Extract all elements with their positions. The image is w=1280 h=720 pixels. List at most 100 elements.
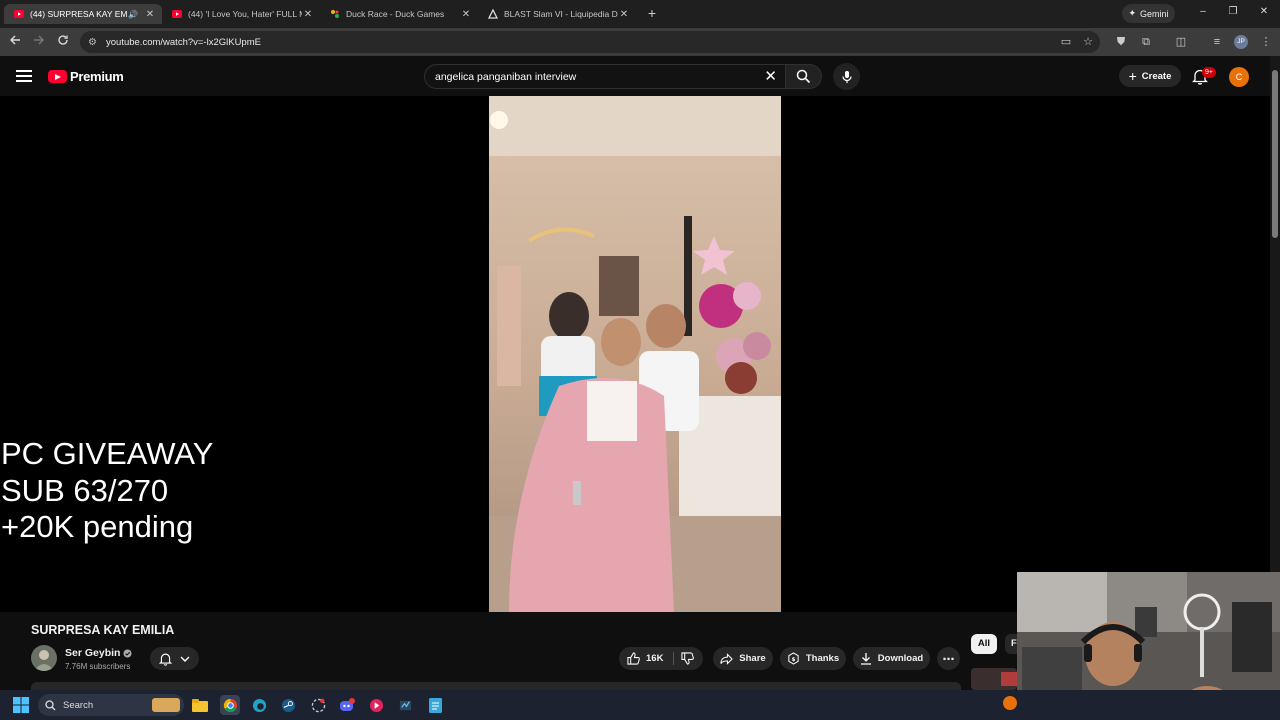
download-label: Download xyxy=(877,653,924,664)
chip-all[interactable]: All xyxy=(971,634,997,654)
youtube-play-icon xyxy=(48,70,67,83)
url-text: youtube.com/watch?v=-lx2GlKUpmE xyxy=(106,36,261,48)
tray-status-icon[interactable] xyxy=(1003,696,1017,710)
tab-title: Duck Race - Duck Games xyxy=(346,9,445,19)
account-avatar[interactable]: C xyxy=(1229,67,1249,87)
tab-title: (44) 'I Love You, Hater' FULL MO xyxy=(188,9,302,19)
tab-duck-race[interactable]: Duck Race - Duck Games ✕ xyxy=(320,4,478,24)
reload-button[interactable] xyxy=(55,34,71,50)
chrome-icon[interactable] xyxy=(220,695,240,715)
download-button[interactable]: Download xyxy=(853,647,930,670)
speaker-icon[interactable]: 🔊 xyxy=(128,10,138,19)
edge-icon[interactable] xyxy=(249,695,269,715)
browser-toolbar: ⚙ youtube.com/watch?v=-lx2GlKUpmE ▭ ☆ ⛊ … xyxy=(0,28,1280,56)
close-tab-icon[interactable]: ✕ xyxy=(302,9,314,20)
tab-blast-slam[interactable]: BLAST Slam VI - Liquipedia Dota ✕ xyxy=(478,4,636,24)
related-video-thumbnail[interactable] xyxy=(971,668,1017,690)
windows-start-icon[interactable] xyxy=(13,697,29,713)
thanks-dollar-icon: $ xyxy=(788,652,799,665)
channel-name[interactable]: Ser Geybin xyxy=(65,647,132,659)
forward-button[interactable] xyxy=(31,34,47,50)
share-button[interactable]: Share xyxy=(713,647,773,670)
overlay-line-1: PC GIVEAWAY xyxy=(1,436,214,471)
like-dislike-group: 16K xyxy=(619,647,703,670)
clear-search-icon[interactable]: ✕ xyxy=(764,68,777,86)
recorder-app-icon[interactable] xyxy=(308,695,328,715)
overlay-line-2: SUB 63/270 xyxy=(1,472,169,508)
close-tab-icon[interactable]: ✕ xyxy=(144,9,156,20)
microphone-icon xyxy=(841,70,852,83)
search-input[interactable]: angelica panganiban interview ✕ xyxy=(424,64,786,89)
minimize-button[interactable]: – xyxy=(1196,6,1210,17)
reload-icon xyxy=(58,35,68,45)
search-query: angelica panganiban interview xyxy=(435,70,577,83)
windows-taskbar: Search xyxy=(0,690,1280,720)
site-info-icon[interactable]: ⚙ xyxy=(88,37,100,48)
youtube-icon xyxy=(172,9,182,19)
like-count: 16K xyxy=(646,653,664,664)
browser-profile-avatar[interactable]: JP xyxy=(1234,35,1248,49)
thumbs-up-icon xyxy=(627,652,640,665)
video-frame[interactable] xyxy=(489,96,781,612)
thumbs-down-icon xyxy=(681,652,694,665)
extensions-puzzle-icon[interactable]: ⧉ xyxy=(1138,34,1154,50)
tab-surpresa-kay-emilia[interactable]: (44) SURPRESA KAY EMILIA 🔊 ✕ xyxy=(4,4,162,24)
share-arrow-icon xyxy=(720,652,734,665)
dislike-button[interactable] xyxy=(681,652,694,670)
bookmark-star-icon[interactable]: ☆ xyxy=(1080,34,1096,50)
party-scene-image xyxy=(489,96,781,612)
file-explorer-icon[interactable] xyxy=(190,695,210,715)
steam-icon[interactable] xyxy=(278,695,298,715)
search-highlight-icon xyxy=(152,698,180,712)
scrollbar-thumb[interactable] xyxy=(1272,70,1278,238)
close-window-button[interactable]: ✕ xyxy=(1257,6,1271,17)
chip-next[interactable]: F xyxy=(1005,634,1017,654)
plus-icon: + xyxy=(1128,68,1137,84)
gemini-button[interactable]: ✦ Gemini xyxy=(1122,4,1175,23)
create-button[interactable]: + Create xyxy=(1119,65,1181,87)
more-actions-button[interactable]: ⋯ xyxy=(937,647,960,670)
menu-hamburger-icon[interactable] xyxy=(16,68,32,84)
shield-extension-icon[interactable]: ⛊ xyxy=(1113,34,1129,50)
channel-avatar[interactable] xyxy=(31,645,57,671)
reading-list-icon[interactable]: ≡ xyxy=(1209,34,1225,50)
video-player[interactable]: PC GIVEAWAY SUB 63/270 +20K pending xyxy=(0,96,1270,612)
search-icon xyxy=(45,699,56,710)
verified-check-icon xyxy=(123,649,132,657)
video-title: SURPRESA KAY EMILIA xyxy=(31,623,175,637)
address-bar[interactable]: ⚙ youtube.com/watch?v=-lx2GlKUpmE xyxy=(80,31,1100,53)
giveaway-overlay: PC GIVEAWAY SUB 63/270 +20K pending xyxy=(1,436,213,546)
screen: (44) SURPRESA KAY EMILIA 🔊 ✕ (44) 'I Lov… xyxy=(0,0,1280,720)
create-label: Create xyxy=(1141,70,1172,82)
close-tab-icon[interactable]: ✕ xyxy=(618,9,630,20)
back-button[interactable] xyxy=(7,34,23,50)
tab-i-love-you-hater[interactable]: (44) 'I Love You, Hater' FULL MO ✕ xyxy=(162,4,320,24)
browser-tab-strip: (44) SURPRESA KAY EMILIA 🔊 ✕ (44) 'I Lov… xyxy=(0,0,1280,28)
side-panel-icon[interactable]: ◫ xyxy=(1173,34,1189,50)
youtube-header: Premium angelica panganiban interview ✕ … xyxy=(0,56,1280,96)
like-button[interactable]: 16K xyxy=(627,647,663,670)
sparkle-icon: ✦ xyxy=(1128,8,1137,18)
duck-games-icon xyxy=(330,9,340,19)
taskbar-search[interactable]: Search xyxy=(38,694,184,716)
steam-alt-icon[interactable] xyxy=(395,695,415,715)
liquipedia-icon xyxy=(488,9,498,19)
share-label: Share xyxy=(739,653,766,664)
voice-search-button[interactable] xyxy=(833,63,860,90)
close-tab-icon[interactable]: ✕ xyxy=(460,9,472,20)
restore-button[interactable]: ❐ xyxy=(1226,6,1240,17)
discord-icon[interactable] xyxy=(337,695,357,715)
media-player-icon[interactable] xyxy=(366,695,386,715)
new-tab-button[interactable]: + xyxy=(644,5,660,21)
youtube-premium-logo[interactable]: Premium xyxy=(48,69,124,84)
thanks-button[interactable]: $ Thanks xyxy=(780,647,846,670)
browser-menu-icon[interactable]: ⋮ xyxy=(1258,34,1274,50)
search-button[interactable] xyxy=(785,64,822,89)
overlay-line-3: +20K pending xyxy=(1,509,194,544)
description-box[interactable] xyxy=(31,682,961,690)
notepad-icon[interactable] xyxy=(425,695,445,715)
cast-icon[interactable]: ▭ xyxy=(1058,34,1074,50)
subscription-notification-button[interactable] xyxy=(150,647,199,670)
youtube-icon xyxy=(14,9,24,19)
chevron-down-icon xyxy=(180,656,190,662)
